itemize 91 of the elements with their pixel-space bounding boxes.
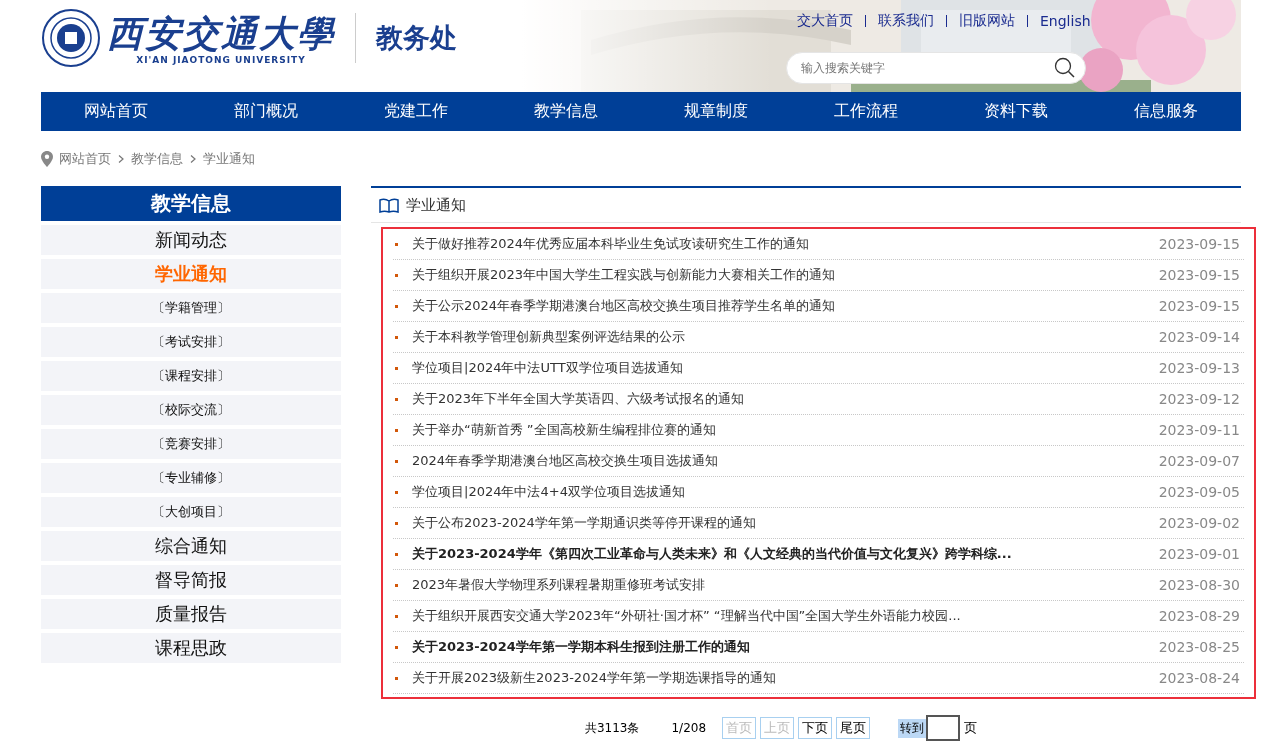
top-link[interactable]: 联系我们	[866, 12, 946, 30]
nav-link[interactable]: 网站首页	[41, 92, 191, 131]
sidebar-item[interactable]: 〔竞赛安排〕	[41, 429, 341, 459]
goto-label: 转到	[898, 718, 927, 738]
page-number-field[interactable]	[926, 715, 961, 741]
total-count: 共3113条	[584, 719, 640, 737]
bullet-icon	[395, 366, 398, 370]
notice-date: 2023-09-15	[1157, 267, 1240, 283]
nav-link[interactable]: 部门概况	[191, 92, 341, 131]
sidebar-item[interactable]: 质量报告	[41, 599, 341, 629]
notice-date: 2023-09-12	[1157, 391, 1240, 407]
notice-date: 2023-09-15	[1157, 236, 1240, 252]
bullet-icon	[395, 645, 398, 649]
top-link[interactable]: English	[1028, 13, 1103, 29]
page-indicator: 1/208	[671, 721, 707, 735]
logo-subtitle: XI'AN JIAOTONG UNIVERSITY	[136, 55, 306, 65]
notice-link[interactable]: 关于做好推荐2024年优秀应届本科毕业生免试攻读研究生工作的通知	[412, 235, 1150, 253]
notice-date: 2023-08-29	[1157, 608, 1240, 624]
sidebar-title: 教学信息	[41, 186, 341, 221]
search-field[interactable]: 输入搜索关键字	[786, 52, 1086, 84]
notice-link[interactable]: 关于举办“萌新首秀 ”全国高校新生编程排位赛的通知	[412, 421, 1150, 439]
notice-date: 2023-09-01	[1157, 546, 1240, 562]
bullet-icon	[395, 521, 398, 525]
notice-date: 2023-09-15	[1157, 298, 1240, 314]
nav-link[interactable]: 资料下载	[941, 92, 1091, 131]
notice-date: 2023-09-14	[1157, 329, 1240, 345]
bullet-icon	[395, 490, 398, 494]
search-icon[interactable]	[1054, 57, 1076, 79]
breadcrumb-link[interactable]: 网站首页	[59, 149, 111, 168]
sidebar-item[interactable]: 综合通知	[41, 531, 341, 561]
sidebar-item[interactable]: 〔课程安排〕	[41, 361, 341, 391]
notice-link[interactable]: 学位项目|2024年中法UTT双学位项目选拔通知	[412, 359, 1150, 377]
emblem-icon	[41, 8, 101, 68]
location-pin-icon	[41, 150, 53, 167]
notice-link[interactable]: 2023年暑假大学物理系列课程暑期重修班考试安排	[412, 576, 1150, 594]
top-link[interactable]: 交大首页	[785, 12, 865, 30]
sidebar-item[interactable]: 〔专业辅修〕	[41, 463, 341, 493]
bullet-icon	[395, 397, 398, 401]
notice-date: 2023-09-11	[1157, 422, 1240, 438]
notice-link[interactable]: 关于开展2023级新生2023-2024学年第一学期选课指导的通知	[412, 669, 1150, 687]
notice-link[interactable]: 关于本科教学管理创新典型案例评选结果的公示	[412, 328, 1150, 346]
notice-link[interactable]: 关于组织开展2023年中国大学生工程实践与创新能力大赛相关工作的通知	[412, 266, 1150, 284]
bullet-icon	[395, 552, 398, 556]
notice-date: 2023-08-25	[1157, 639, 1240, 655]
page-button[interactable]: 下页	[798, 717, 833, 739]
notice-date: 2023-09-05	[1157, 484, 1240, 500]
notice-link[interactable]: 关于组织开展西安交通大学2023年“外研社·国才杯” “理解当代中国”全国大学生外语能力校园...	[412, 607, 1150, 625]
nav-link[interactable]: 信息服务	[1091, 92, 1241, 131]
bullet-icon	[395, 614, 398, 618]
sidebar-item[interactable]: 〔校际交流〕	[41, 395, 341, 425]
nav-link[interactable]: 规章制度	[641, 92, 791, 131]
bullet-icon	[395, 273, 398, 277]
nav-link[interactable]: 工作流程	[791, 92, 941, 131]
nav-link[interactable]: 党建工作	[341, 92, 491, 131]
notice-link[interactable]: 2024年春季学期港澳台地区高校交换生项目选拔通知	[412, 452, 1150, 470]
notice-link[interactable]: 关于公布2023-2024学年第一学期通识类等停开课程的通知	[412, 514, 1150, 532]
notice-date: 2023-08-30	[1157, 577, 1240, 593]
breadcrumb-link[interactable]: 学业通知	[203, 149, 255, 168]
breadcrumb-link[interactable]: 教学信息	[131, 149, 183, 168]
notice-date: 2023-09-02	[1157, 515, 1240, 531]
sidebar-item[interactable]: 〔考试安排〕	[41, 327, 341, 357]
office-title: 教务处	[376, 21, 457, 55]
open-book-icon	[379, 197, 399, 213]
bullet-icon	[395, 304, 398, 308]
notice-link[interactable]: 关于2023年下半年全国大学英语四、六级考试报名的通知	[412, 390, 1150, 408]
bullet-icon	[395, 335, 398, 339]
page-button[interactable]: 尾页	[836, 717, 871, 739]
bullet-icon	[395, 428, 398, 432]
sidebar-item[interactable]: 〔学籍管理〕	[41, 293, 341, 323]
sidebar-item[interactable]: 督导简报	[41, 565, 341, 595]
notice-link[interactable]: 关于2023-2024学年《第四次工业革命与人类未来》和《人文经典的当代价值与文化复兴》跨学科综...	[412, 545, 1150, 563]
bullet-icon	[395, 242, 398, 246]
sidebar-item[interactable]: 课程思政	[41, 633, 341, 663]
bullet-icon	[395, 676, 398, 680]
chevron-right-icon	[117, 154, 125, 163]
notice-date: 2023-08-24	[1157, 670, 1240, 686]
notice-link[interactable]: 关于公示2024年春季学期港澳台地区高校交换生项目推荐学生名单的通知	[412, 297, 1150, 315]
notice-date: 2023-09-07	[1157, 453, 1240, 469]
bullet-icon	[395, 459, 398, 463]
notice-link[interactable]: 学位项目|2024年中法4+4双学位项目选拔通知	[412, 483, 1150, 501]
top-link[interactable]: 旧版网站	[947, 12, 1027, 30]
section-title: 学业通知	[406, 195, 466, 215]
notice-date: 2023-09-13	[1157, 360, 1240, 376]
bullet-icon	[395, 583, 398, 587]
page-suffix: 页	[964, 719, 978, 737]
logo-text: 西安交通大學	[107, 11, 335, 55]
chevron-right-icon	[189, 154, 197, 163]
sidebar-item[interactable]: 新闻动态	[41, 225, 341, 255]
nav-link[interactable]: 教学信息	[491, 92, 641, 131]
sidebar-item[interactable]: 〔大创项目〕	[41, 497, 341, 527]
notice-link[interactable]: 关于2023-2024学年第一学期本科生报到注册工作的通知	[412, 638, 1150, 656]
